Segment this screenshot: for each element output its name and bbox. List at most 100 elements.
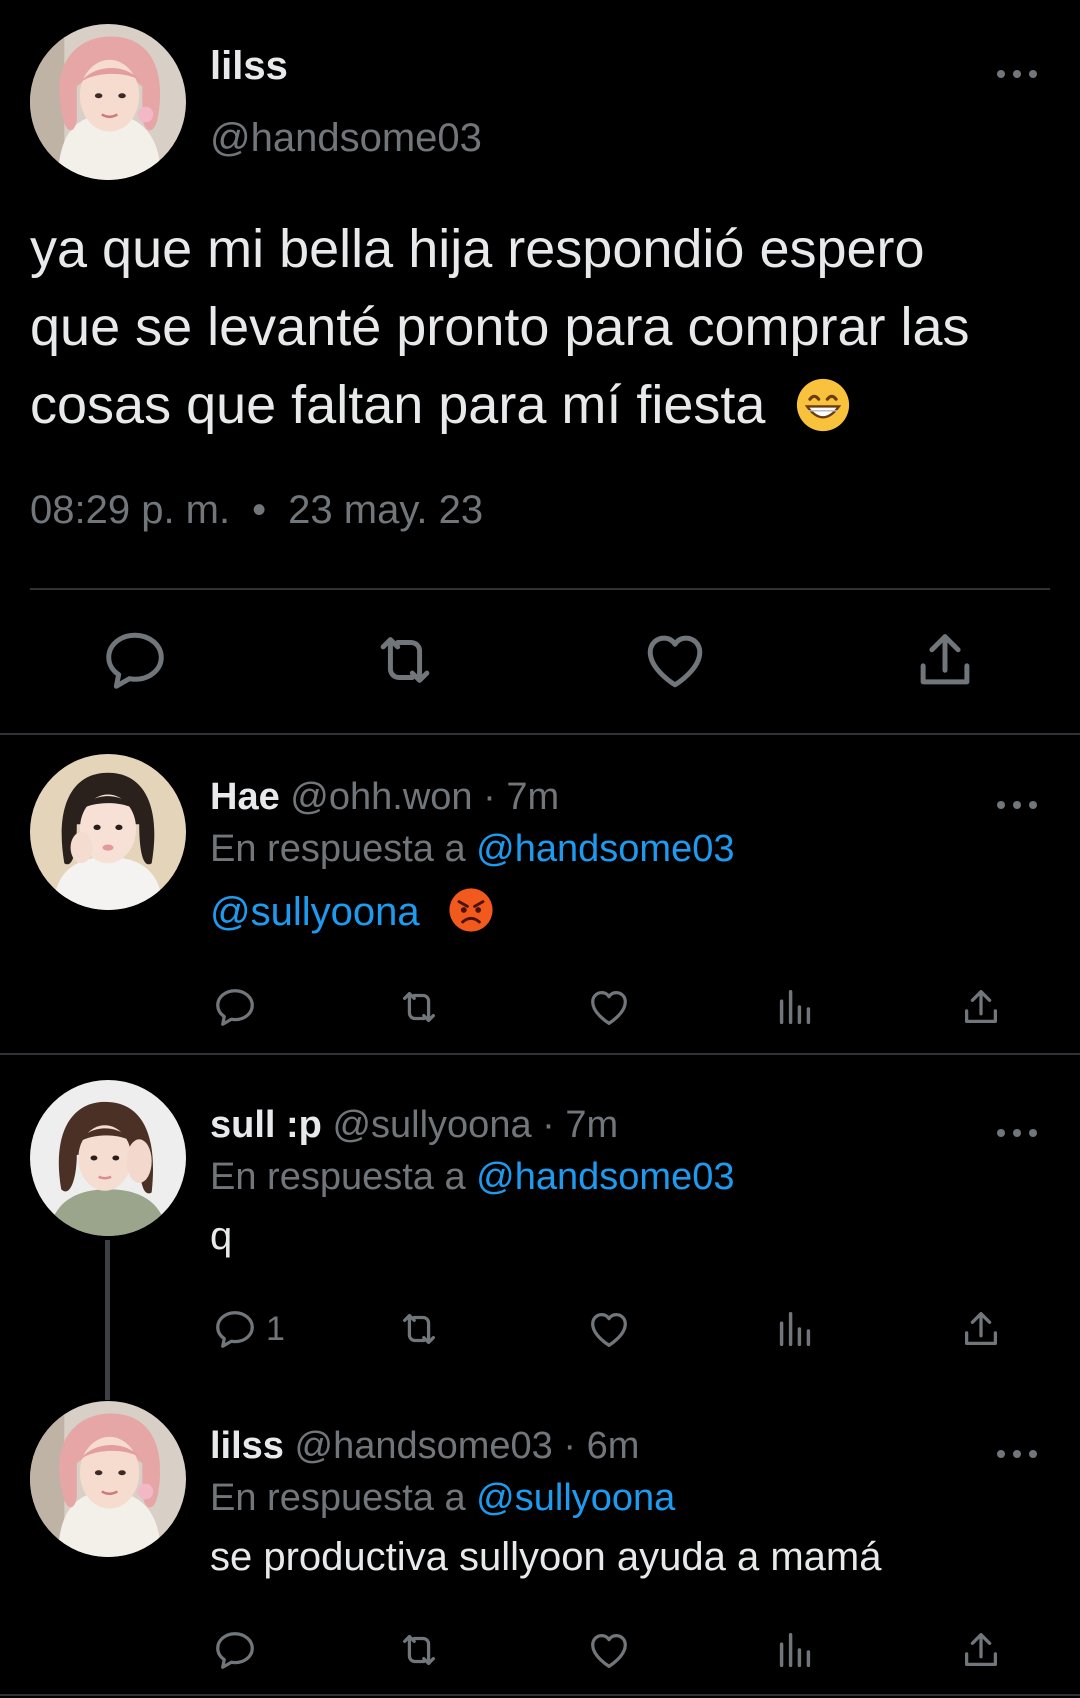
avatar[interactable] <box>30 1401 186 1557</box>
retweet-icon <box>396 1627 442 1673</box>
tweet-text: ya que mi bella hija respondió espero qu… <box>30 210 1050 444</box>
avatar-image <box>30 1401 186 1557</box>
views-button[interactable] <box>772 982 818 1032</box>
retweet-icon <box>370 625 440 695</box>
like-icon <box>640 625 710 695</box>
avatar[interactable] <box>30 24 186 180</box>
views-button[interactable] <box>772 1304 818 1354</box>
like-icon <box>586 984 632 1030</box>
reply-tweet[interactable]: Hae @ohh.won · 7m En respuesta a @handso… <box>0 750 1080 1050</box>
more-options-icon[interactable] <box>997 1447 1037 1461</box>
divider <box>0 733 1080 735</box>
replying-prefix: En respuesta a <box>210 828 466 870</box>
reply-header: sull :p @sullyoona · 7m <box>210 1104 618 1147</box>
more-options-icon[interactable] <box>997 1126 1037 1140</box>
reply-tweet[interactable]: sull :p @sullyoona · 7m En respuesta a @… <box>0 1078 1080 1378</box>
views-button[interactable] <box>772 1625 818 1675</box>
tweet-date[interactable]: 23 may. 23 <box>288 488 483 532</box>
more-options-icon[interactable] <box>997 67 1037 81</box>
replying-to: En respuesta a @handsome03 <box>210 828 734 871</box>
replying-prefix: En respuesta a <box>210 1477 466 1519</box>
reply-button[interactable] <box>212 982 266 1032</box>
like-button[interactable] <box>586 982 632 1032</box>
avatar[interactable] <box>30 754 186 910</box>
retweet-button[interactable] <box>396 1625 442 1675</box>
meta-separator: · <box>563 1425 577 1467</box>
avatar[interactable] <box>30 1080 186 1236</box>
author-handle[interactable]: @sullyoona <box>332 1104 531 1146</box>
reply-icon <box>212 1306 258 1352</box>
share-button[interactable] <box>910 625 980 695</box>
author-handle[interactable]: @ohh.won <box>290 776 472 818</box>
tweet-timestamp: 08:29 p. m. • 23 may. 23 <box>30 488 483 533</box>
divider <box>0 1694 1080 1696</box>
share-icon <box>958 984 1004 1030</box>
like-icon <box>586 1627 632 1673</box>
retweet-button[interactable] <box>396 1304 442 1354</box>
tweet-time[interactable]: 08:29 p. m. <box>30 488 230 532</box>
share-button[interactable] <box>958 1304 1004 1354</box>
replying-to: En respuesta a @sullyoona <box>210 1477 675 1520</box>
replying-to-link[interactable]: @handsome03 <box>476 1156 734 1198</box>
author-name[interactable]: lilss <box>210 44 288 89</box>
reply-button[interactable]: 1 <box>212 1304 285 1354</box>
tweet-text-line: cosas que faltan para mí fiesta <box>30 366 1050 444</box>
reply-header: lilss @handsome03 · 6m <box>210 1425 639 1468</box>
like-button[interactable] <box>586 1625 632 1675</box>
share-button[interactable] <box>958 982 1004 1032</box>
reply-text: @sullyoona <box>210 888 495 938</box>
avatar-image <box>30 754 186 910</box>
reply-time[interactable]: 6m <box>587 1425 640 1467</box>
avatar-image <box>30 24 186 180</box>
reply-button[interactable] <box>100 625 170 695</box>
divider <box>30 588 1050 590</box>
like-icon <box>586 1306 632 1352</box>
replying-to-link[interactable]: @handsome03 <box>476 828 734 870</box>
replying-to-link[interactable]: @sullyoona <box>476 1477 675 1519</box>
author-handle[interactable]: @handsome03 <box>295 1425 553 1467</box>
tweet-text-line: que se levanté pronto para comprar las <box>30 297 970 357</box>
like-button[interactable] <box>586 1304 632 1354</box>
reply-tweet[interactable]: lilss @handsome03 · 6m En respuesta a @s… <box>0 1399 1080 1698</box>
like-button[interactable] <box>640 625 710 695</box>
author-name[interactable]: Hae <box>210 776 280 818</box>
more-options-icon[interactable] <box>997 798 1037 812</box>
reply-time[interactable]: 7m <box>506 776 559 818</box>
grinning-face-emoji-icon <box>797 378 850 431</box>
views-icon <box>772 984 818 1030</box>
avatar-image <box>30 1080 186 1236</box>
reply-text: q <box>210 1214 233 1258</box>
share-icon <box>958 1306 1004 1352</box>
mention-link[interactable]: @sullyoona <box>210 890 420 934</box>
author-handle[interactable]: @handsome03 <box>210 116 482 161</box>
meta-separator: · <box>542 1104 555 1146</box>
author-name[interactable]: sull :p <box>210 1104 322 1146</box>
replying-prefix: En respuesta a <box>210 1156 466 1198</box>
reply-icon <box>100 625 170 695</box>
tweet-actions <box>0 625 1080 695</box>
meta-separator: · <box>483 776 496 818</box>
reply-button[interactable] <box>212 1625 266 1675</box>
tweet-text-segment: cosas que faltan para mí fiesta <box>30 375 766 435</box>
author-name[interactable]: lilss <box>210 1425 284 1467</box>
retweet-button[interactable] <box>396 982 442 1032</box>
retweet-button[interactable] <box>370 625 440 695</box>
reply-icon <box>212 1627 258 1673</box>
meta-separator: • <box>252 488 267 532</box>
reply-actions <box>210 982 1010 1032</box>
reply-text: se productiva sullyoon ayuda a mamá <box>210 1535 882 1579</box>
reply-actions: 1 <box>210 1304 1010 1354</box>
replying-to: En respuesta a @handsome03 <box>210 1156 734 1199</box>
angry-face-emoji-icon <box>449 888 493 933</box>
thread-connector-line <box>105 1240 110 1400</box>
views-icon <box>772 1627 818 1673</box>
reply-header: Hae @ohh.won · 7m <box>210 776 559 819</box>
share-icon <box>958 1627 1004 1673</box>
share-button[interactable] <box>958 1625 1004 1675</box>
reply-icon <box>212 984 258 1030</box>
views-icon <box>772 1306 818 1352</box>
tweet-text-line: ya que mi bella hija respondió espero <box>30 219 925 279</box>
retweet-icon <box>396 1306 442 1352</box>
reply-time[interactable]: 7m <box>565 1104 618 1146</box>
reply-actions <box>210 1625 1010 1675</box>
